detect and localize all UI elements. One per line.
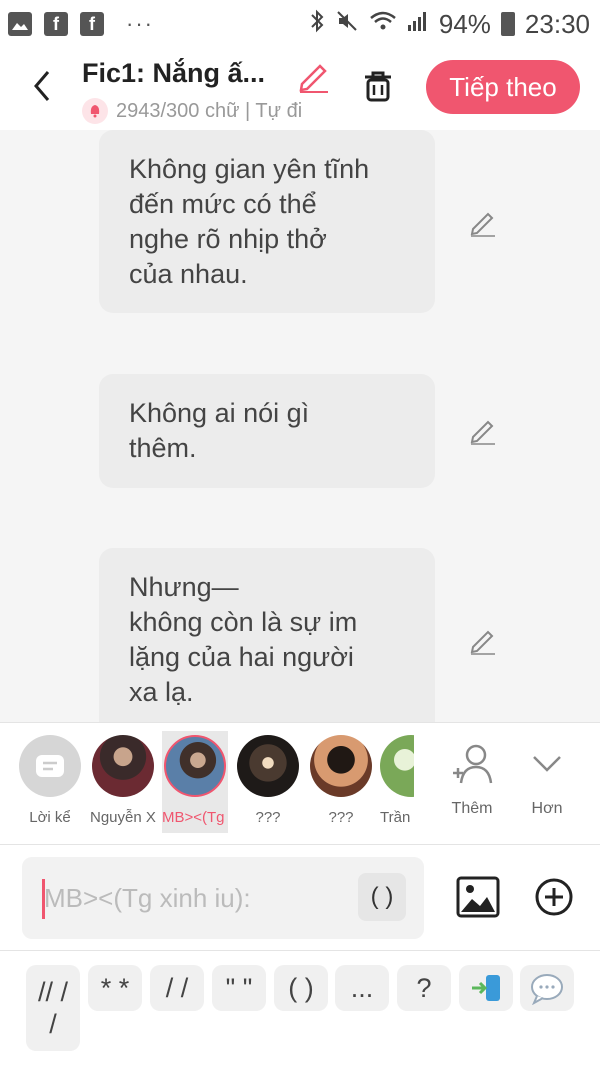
signal-icon (407, 9, 429, 40)
character-item[interactable]: Nguyễn X... (90, 735, 156, 826)
more-notifications-icon: ··· (126, 11, 154, 36)
story-title: Fic1: Nắng ấ... (82, 58, 266, 88)
message-input[interactable]: MB><(Tg xinh iu): ( ) (22, 857, 424, 939)
mute-icon (335, 9, 359, 40)
add-character-label: Thêm (451, 800, 493, 817)
expand-button[interactable]: Hơn (517, 741, 577, 818)
wifi-icon (369, 9, 397, 40)
narrator-icon (19, 735, 81, 797)
word-count: 2943/300 chữ | Tự đi (116, 99, 303, 122)
quick-symbol-bar: // / / * * / / " " ( ) ... ? (0, 950, 600, 1068)
message-list: Không gian yên tĩnh đến mức có thể nghe … (0, 130, 600, 722)
chat-bubble-button[interactable] (520, 965, 574, 1011)
avatar (310, 735, 372, 797)
plus-circle-icon (535, 878, 573, 916)
input-placeholder: MB><(Tg xinh iu): (44, 883, 251, 913)
story-meta: 2943/300 chữ | Tự đi (82, 98, 332, 124)
character-narrator[interactable]: Lời kể (17, 735, 83, 826)
message-bubble[interactable]: Nhưng— không còn là sự im lặng của hai n… (99, 548, 435, 722)
quick-symbol-button[interactable]: ? (397, 965, 451, 1011)
character-label: Trần T... (380, 809, 414, 826)
insert-image-button[interactable] (456, 875, 500, 919)
edit-title-icon[interactable] (296, 58, 332, 94)
character-label: Nguyễn X... (90, 809, 156, 826)
bell-icon (82, 98, 108, 124)
gallery-icon (8, 12, 32, 36)
facebook-icon: f (44, 12, 68, 36)
quick-symbol-button[interactable]: ... (335, 965, 389, 1011)
edit-message-icon[interactable] (468, 416, 498, 446)
character-label: MB><(Tg x... (162, 809, 228, 826)
back-button[interactable] (28, 66, 58, 106)
chevron-down-icon (533, 756, 561, 772)
image-icon (456, 876, 500, 918)
character-item-selected[interactable]: MB><(Tg x... (162, 731, 228, 833)
input-area: MB><(Tg xinh iu): ( ) (0, 844, 600, 951)
character-item[interactable]: ??? (308, 735, 374, 826)
facebook-icon: f (80, 12, 104, 36)
parenthesis-button[interactable]: ( ) (358, 873, 406, 921)
battery-percent: 94% (438, 8, 491, 39)
quick-symbol-button[interactable]: // / / (26, 965, 80, 1051)
expand-label: Hơn (531, 800, 563, 817)
character-label: ??? (255, 809, 281, 826)
clock: 23:30 (524, 8, 590, 39)
quick-symbol-button[interactable]: * * (88, 965, 142, 1011)
transfer-button[interactable] (459, 965, 513, 1011)
character-item[interactable]: ??? (235, 735, 301, 826)
character-label: ??? (328, 809, 354, 826)
avatar (237, 735, 299, 797)
character-label: Lời kể (29, 809, 71, 826)
avatar (92, 735, 154, 797)
avatar (380, 735, 414, 797)
avatar (164, 735, 226, 797)
add-button[interactable] (534, 877, 574, 917)
character-item[interactable]: Trần T... (380, 735, 414, 826)
status-bar: f f ··· 94% 23:30 (0, 0, 600, 48)
edit-message-icon[interactable] (468, 208, 498, 238)
message-bubble[interactable]: Không ai nói gì thêm. (99, 374, 435, 488)
next-button[interactable]: Tiếp theo (426, 60, 580, 114)
editor-header: Fic1: Nắng ấ... 2943/300 chữ | Tự đi Tiế… (0, 48, 600, 130)
character-bar: Lời kể Nguyễn X... MB><(Tg x... ??? ??? … (0, 722, 600, 845)
message-bubble[interactable]: Không gian yên tĩnh đến mức có thể nghe … (99, 130, 435, 313)
trash-icon (365, 71, 391, 102)
phone-arrow-icon (472, 975, 500, 1001)
delete-button[interactable] (360, 68, 396, 104)
chat-bubble-icon (531, 974, 563, 1005)
quick-symbol-button[interactable]: / / (150, 965, 204, 1011)
add-user-icon (453, 744, 493, 784)
battery-icon (500, 12, 515, 36)
quick-symbol-button[interactable]: " " (212, 965, 266, 1011)
edit-message-icon[interactable] (468, 626, 498, 656)
quick-symbol-button[interactable]: ( ) (274, 965, 328, 1011)
add-character-button[interactable]: Thêm (442, 741, 502, 818)
bluetooth-icon (309, 9, 325, 39)
